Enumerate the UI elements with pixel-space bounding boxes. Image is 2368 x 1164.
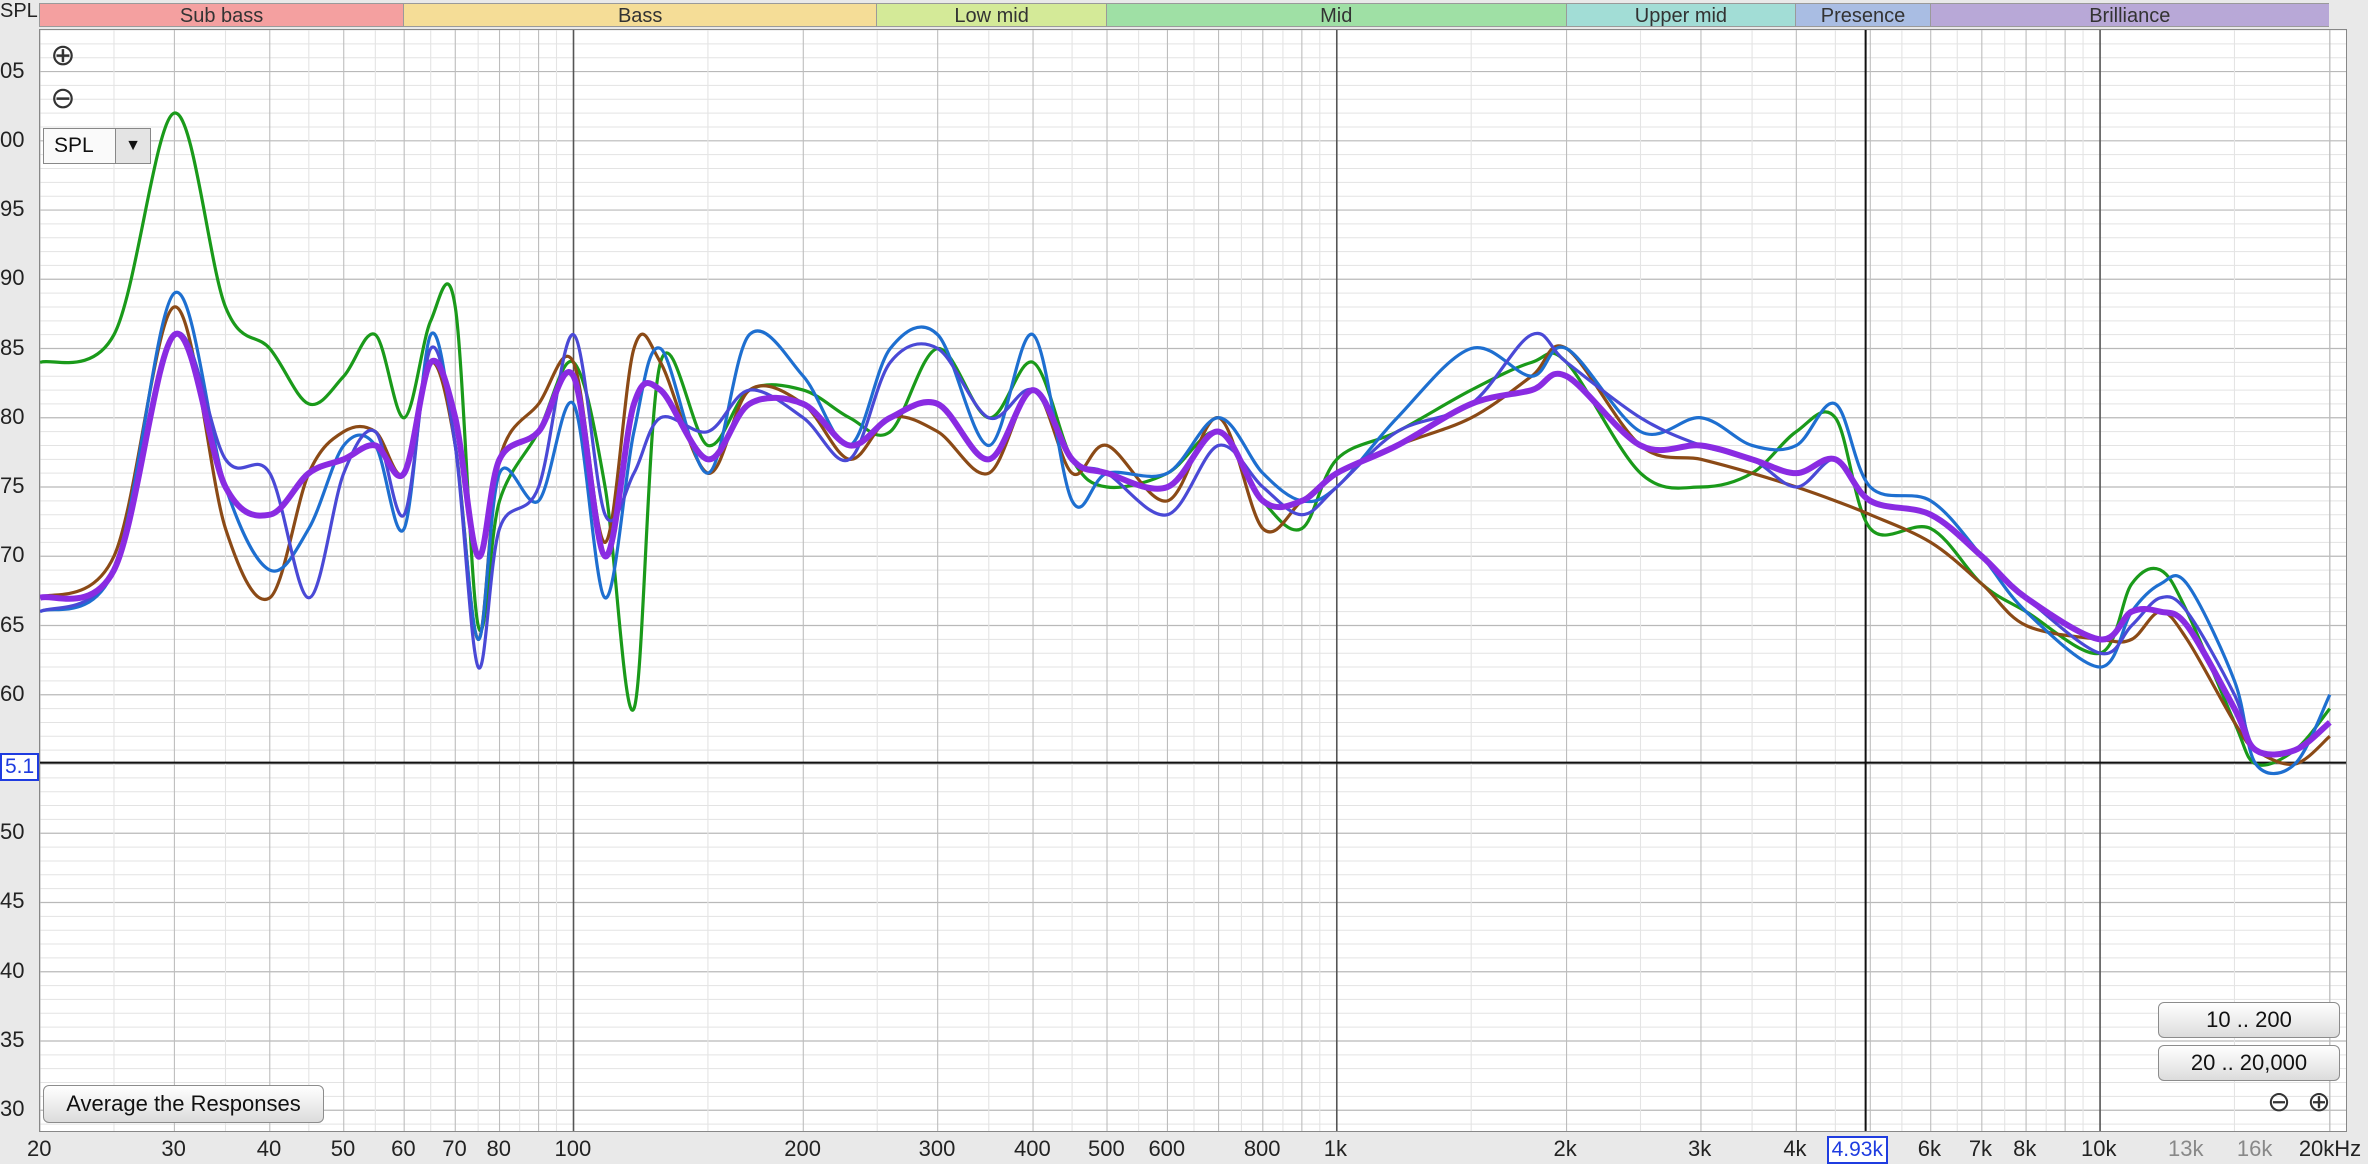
- band-2: Low mid: [876, 3, 1106, 27]
- band-4: Upper mid: [1565, 3, 1796, 27]
- x-tick-label: 20: [27, 1136, 52, 1161]
- x-tick-label: 80: [486, 1136, 512, 1161]
- series-line-2: [40, 290, 2332, 776]
- x-tick-label: 40: [256, 1136, 282, 1161]
- spl-select-value: SPL: [54, 134, 94, 157]
- x-tick-label: 50: [330, 1136, 356, 1161]
- x-tick-label: 500: [1088, 1136, 1125, 1161]
- x-tick-label: 10k: [2081, 1136, 2117, 1161]
- x-tick-label: 6k: [1917, 1136, 1941, 1161]
- average-responses-button[interactable]: Average the Responses: [43, 1085, 324, 1123]
- x-tick-label: 1k: [1323, 1136, 1348, 1161]
- band-3: Mid: [1106, 3, 1566, 27]
- range-20-20000-button[interactable]: 20 .. 20,000: [2158, 1045, 2340, 1081]
- band-1: Bass: [403, 3, 877, 27]
- x-tick-label: 300: [918, 1136, 956, 1161]
- x-tick-label: 600: [1148, 1136, 1186, 1161]
- x-tick-label: 100: [554, 1136, 592, 1161]
- y-tick-label: 85: [0, 334, 25, 360]
- series-line-3: [40, 331, 2331, 758]
- series-line-1: [40, 305, 2331, 766]
- x-tick-label: 7k: [1968, 1136, 1993, 1161]
- x-tick-label: 13k: [2168, 1136, 2204, 1161]
- zoom-out-x-icon[interactable]: ⊖: [2265, 1088, 2293, 1116]
- x-tick-label: 70: [442, 1136, 467, 1161]
- x-tick-label: 400: [1014, 1136, 1051, 1161]
- spl-plot-area[interactable]: ⊕ ⊖ 10 .. 200 20 .. 20,000 ⊖ ⊕ Average t…: [39, 29, 2347, 1132]
- x-tick-label: 8k: [2013, 1136, 2037, 1161]
- y-tick-label: 70: [0, 542, 25, 568]
- y-tick-label: 80: [0, 403, 25, 429]
- y-tick-label: 60: [0, 680, 25, 706]
- band-6: Brilliance: [1929, 3, 2329, 27]
- x-tick-label: 2k: [1553, 1136, 1577, 1161]
- y-tick-label: 05: [0, 57, 25, 83]
- x-tick-label: 60: [391, 1136, 416, 1161]
- y-tick-label: 40: [0, 957, 25, 983]
- y-cursor-readout: 5.1: [0, 753, 40, 781]
- range-10-200-button[interactable]: 10 .. 200: [2158, 1002, 2340, 1038]
- x-tick-label: 16k: [2236, 1136, 2273, 1161]
- y-tick-label: 50: [0, 819, 25, 845]
- x-cursor-readout: 4.93k: [1826, 1136, 1888, 1164]
- x-tick-label: 20kHz: [2298, 1136, 2362, 1161]
- band-5: Presence: [1795, 3, 1930, 27]
- spl-select[interactable]: SPL ▼: [43, 128, 151, 164]
- zoom-out-icon[interactable]: ⊖: [49, 84, 77, 114]
- band-0: Sub bass: [39, 3, 404, 27]
- y-tick-label: 45: [0, 888, 25, 914]
- x-tick-label: 30: [161, 1136, 186, 1161]
- x-tick-label: 4k: [1783, 1136, 1807, 1161]
- y-axis-title: SPL: [0, 0, 38, 22]
- frequency-response-chart: [40, 30, 2346, 1131]
- x-tick-label: 3k: [1687, 1136, 1712, 1161]
- y-tick-label: 00: [0, 126, 25, 152]
- series-line-4: [40, 330, 2332, 758]
- zoom-in-icon[interactable]: ⊕: [49, 41, 77, 71]
- y-tick-label: 65: [0, 611, 25, 637]
- y-tick-label: 95: [0, 196, 25, 222]
- y-tick-label: 30: [0, 1096, 25, 1122]
- x-tick-label: 200: [784, 1136, 821, 1161]
- y-tick-label: 35: [0, 1026, 25, 1052]
- zoom-in-x-icon[interactable]: ⊕: [2305, 1088, 2333, 1116]
- y-tick-label: 75: [0, 473, 25, 499]
- x-tick-label: 800: [1243, 1136, 1281, 1161]
- y-tick-label: 90: [0, 265, 25, 291]
- frequency-band-bar: Sub bass Bass Low mid Mid Upper mid Presence B…: [39, 3, 2345, 27]
- chevron-down-icon[interactable]: ▼: [115, 129, 150, 163]
